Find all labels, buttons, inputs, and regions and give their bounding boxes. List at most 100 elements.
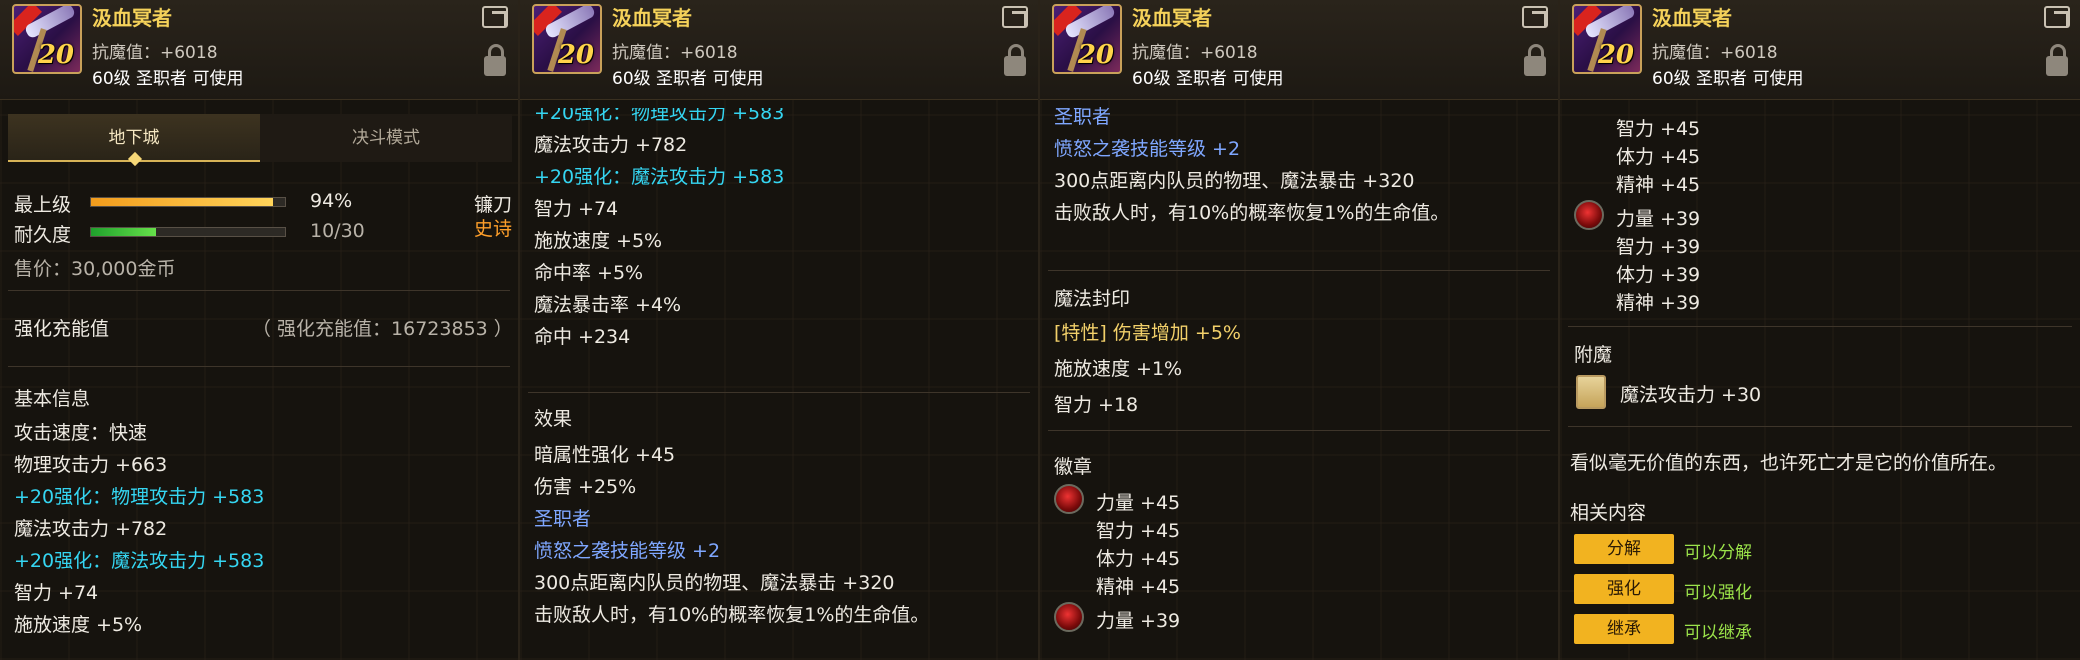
effect-line: 圣职者 bbox=[1054, 106, 1112, 128]
emblem-stat: 体力 +39 bbox=[1616, 264, 1701, 286]
effect-line: 伤害 +25% bbox=[534, 476, 637, 498]
effect-line: 击败敌人时，有10%的概率恢复1%的生命值。 bbox=[534, 604, 930, 626]
divider bbox=[8, 290, 510, 291]
inventory-background bbox=[0, 100, 518, 660]
item-header: 20 汲血冥者 抗魔值：+6018 60级 圣职者 可使用 bbox=[1560, 0, 2080, 100]
related-action-desc: 可以继承 bbox=[1684, 623, 1752, 643]
scythe-item-icon: 20 bbox=[12, 4, 82, 74]
tab-pvp[interactable]: 决斗模式 bbox=[260, 114, 512, 162]
emblem-stat: 力量 +39 bbox=[1616, 208, 1701, 230]
item-requirement: 60级 圣职者 可使用 bbox=[92, 69, 244, 89]
stat-line: 魔法攻击力 +782 bbox=[534, 134, 688, 156]
charge-value: （ 强化充能值：16723853 ） bbox=[252, 318, 513, 340]
durability-label: 耐久度 bbox=[14, 224, 72, 246]
stat-line: 施放速度 +5% bbox=[14, 614, 143, 636]
emblem-stat: 精神 +45 bbox=[1616, 174, 1701, 196]
sell-price: 售价：30,000金币 bbox=[14, 258, 176, 280]
emblem-title: 徽章 bbox=[1054, 456, 1093, 478]
related-title: 相关内容 bbox=[1570, 502, 1647, 524]
effect-line: 愤怒之袭技能等级 +2 bbox=[534, 540, 721, 562]
stat-line: +20强化：魔法攻击力 +583 bbox=[14, 550, 265, 572]
grade-bar-fill bbox=[91, 198, 274, 206]
stat-line: 物理攻击力 +663 bbox=[14, 454, 168, 476]
tooltip-strip: 20 汲血冥者 抗魔值：+6018 60级 圣职者 可使用 地下城 决斗模式 最… bbox=[0, 0, 2080, 660]
related-action-desc: 可以强化 bbox=[1684, 583, 1752, 603]
emblem-stat: 力量 +45 bbox=[1096, 492, 1181, 514]
flavor-text: 看似毫无价值的东西，也许死亡才是它的价值所在。 bbox=[1570, 452, 2008, 474]
enchant-title: 附魔 bbox=[1574, 344, 1613, 366]
stat-line: 魔法攻击力 +782 bbox=[14, 518, 168, 540]
grade-label: 最上级 bbox=[14, 194, 72, 216]
item-level-badge: 20 bbox=[37, 40, 74, 70]
lock-icon[interactable] bbox=[2046, 44, 2068, 76]
mode-tabs: 地下城 决斗模式 bbox=[8, 114, 512, 167]
basic-info-title: 基本信息 bbox=[14, 388, 91, 410]
share-icon[interactable] bbox=[1002, 6, 1028, 28]
item-name: 汲血冥者 bbox=[1652, 6, 1732, 30]
stat-line: 智力 +74 bbox=[534, 198, 619, 220]
lock-icon[interactable] bbox=[1524, 44, 1546, 76]
item-name: 汲血冥者 bbox=[612, 6, 692, 30]
emblem-stat: 体力 +45 bbox=[1096, 548, 1181, 570]
effect-line: 300点距离内队员的物理、魔法暴击 +320 bbox=[1054, 170, 1415, 192]
seal-title: 魔法封印 bbox=[1054, 288, 1131, 310]
scythe-item-icon: 20 bbox=[1052, 4, 1122, 74]
red-emblem-icon bbox=[1054, 602, 1084, 632]
share-icon[interactable] bbox=[1522, 6, 1548, 28]
enchant-card-icon bbox=[1576, 375, 1606, 409]
share-icon[interactable] bbox=[2044, 6, 2070, 28]
emblem-stat: 力量 +39 bbox=[1096, 610, 1181, 632]
grade-bar bbox=[90, 197, 286, 207]
durability-bar bbox=[90, 227, 286, 237]
share-icon[interactable] bbox=[482, 6, 508, 28]
enchant-value: 魔法攻击力 +30 bbox=[1620, 384, 1762, 406]
item-name: 汲血冥者 bbox=[1132, 6, 1212, 30]
divider bbox=[1568, 426, 2072, 427]
item-header: 20 汲血冥者 抗魔值：+6018 60级 圣职者 可使用 bbox=[0, 0, 518, 100]
seal-line: [特性] 伤害增加 +5% bbox=[1054, 322, 1241, 344]
lock-icon[interactable] bbox=[1004, 44, 1026, 76]
scythe-item-icon: 20 bbox=[532, 4, 602, 74]
seal-line: 智力 +18 bbox=[1054, 394, 1139, 416]
tooltip-panel-3: 20 汲血冥者 抗魔值：+6018 60级 圣职者 可使用 圣职者 愤怒之袭技能等… bbox=[1040, 0, 1560, 660]
item-level-badge: 20 bbox=[557, 40, 594, 70]
item-header: 20 汲血冥者 抗魔值：+6018 60级 圣职者 可使用 bbox=[1040, 0, 1558, 100]
red-emblem-icon bbox=[1054, 484, 1084, 514]
tooltip-panel-1: 20 汲血冥者 抗魔值：+6018 60级 圣职者 可使用 地下城 决斗模式 最… bbox=[0, 0, 520, 660]
item-name: 汲血冥者 bbox=[92, 6, 172, 30]
weapon-type: 镰刀 bbox=[474, 194, 513, 216]
item-level-badge: 20 bbox=[1077, 40, 1114, 70]
divider bbox=[1048, 270, 1550, 271]
emblem-stat: 体力 +45 bbox=[1616, 146, 1701, 168]
related-action-button[interactable]: 强化 bbox=[1574, 574, 1674, 604]
stat-line: 智力 +74 bbox=[14, 582, 99, 604]
lock-icon[interactable] bbox=[484, 44, 506, 76]
durability-value: 10/30 bbox=[310, 220, 365, 242]
emblem-stat: 智力 +45 bbox=[1096, 520, 1181, 542]
stat-line: +20强化：物理攻击力 +583 bbox=[14, 486, 265, 508]
divider bbox=[528, 392, 1030, 393]
item-resist: 抗魔值：+6018 bbox=[1132, 43, 1258, 63]
effect-title: 效果 bbox=[534, 408, 573, 430]
durability-bar-fill bbox=[91, 228, 156, 236]
scythe-item-icon: 20 bbox=[1572, 4, 1642, 74]
tooltip-panel-2: 20 汲血冥者 抗魔值：+6018 60级 圣职者 可使用 +20强化：物理攻击… bbox=[520, 0, 1040, 660]
divider bbox=[1568, 326, 2072, 327]
item-level-badge: 20 bbox=[1597, 40, 1634, 70]
related-action-button[interactable]: 继承 bbox=[1574, 614, 1674, 644]
stat-line: 攻击速度：快速 bbox=[14, 422, 148, 444]
stat-line: 魔法暴击率 +4% bbox=[534, 294, 682, 316]
effect-line: 暗属性强化 +45 bbox=[534, 444, 676, 466]
item-requirement: 60级 圣职者 可使用 bbox=[1132, 69, 1284, 89]
emblem-stat: 精神 +39 bbox=[1616, 292, 1701, 314]
rarity-label: 史诗 bbox=[474, 218, 513, 240]
stat-line: 施放速度 +5% bbox=[534, 230, 663, 252]
item-resist: 抗魔值：+6018 bbox=[92, 43, 218, 63]
emblem-stat: 智力 +39 bbox=[1616, 236, 1701, 258]
emblem-stat: 精神 +45 bbox=[1096, 576, 1181, 598]
effect-line: 击败敌人时，有10%的概率恢复1%的生命值。 bbox=[1054, 202, 1450, 224]
related-action-button[interactable]: 分解 bbox=[1574, 534, 1674, 564]
item-requirement: 60级 圣职者 可使用 bbox=[612, 69, 764, 89]
grade-percent: 94% bbox=[310, 190, 353, 212]
item-resist: 抗魔值：+6018 bbox=[1652, 43, 1778, 63]
